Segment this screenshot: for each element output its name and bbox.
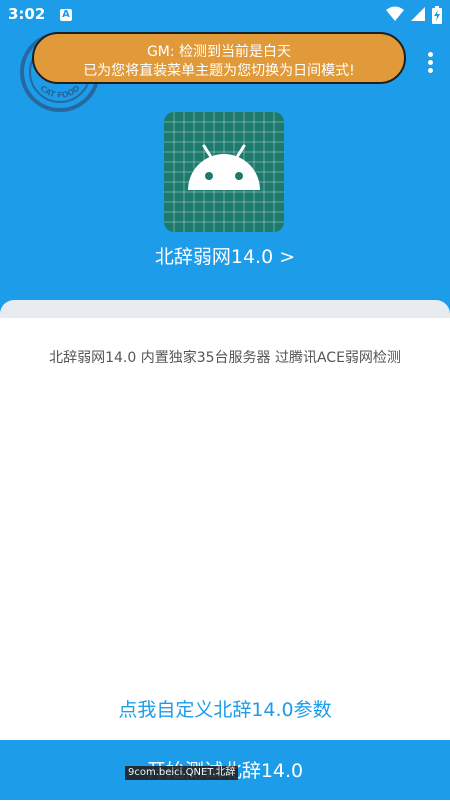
toast-line-1: GM: 检测到当前是白天 [146,44,292,60]
content-card [0,300,450,800]
signal-icon [411,7,425,21]
wifi-icon [386,6,404,21]
overflow-menu-icon[interactable] [428,52,434,74]
theme-toast: GM: 检测到当前是白天 已为您将直装菜单主题为您切换为日间模式! [32,32,406,84]
toast-line-2: 已为您将直装菜单主题为您切换为日间模式! [83,63,355,79]
status-icons [380,6,442,24]
app-title-link[interactable]: 北辞弱网14.0 > [0,242,450,269]
android-icon[interactable] [164,112,284,232]
watermark-label: 9com.beici.QNET.北辞 [125,766,239,780]
status-bar: 3:02 A [0,0,450,30]
a-icon: A [60,9,72,21]
app-description: 北辞弱网14.0 内置独家35台服务器 过腾讯ACE弱网检测 [49,350,401,366]
status-time: 3:02 [8,5,46,23]
battery-charging-icon [432,6,442,24]
customize-params-link[interactable]: 点我自定义北辞14.0参数 [0,695,450,722]
